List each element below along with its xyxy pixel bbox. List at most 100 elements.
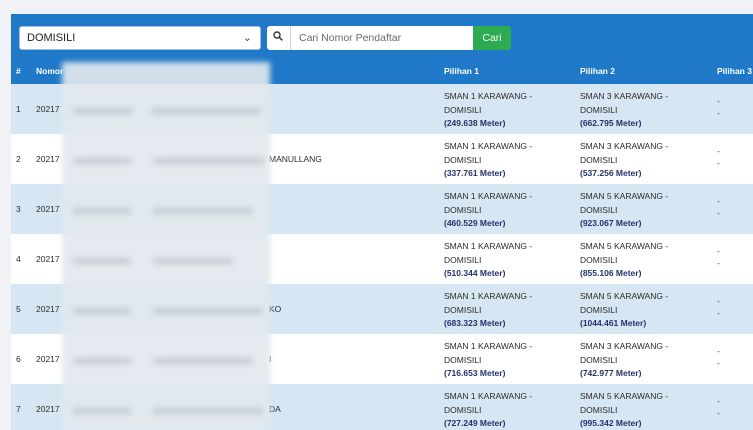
- redacted-streak: [153, 308, 263, 314]
- pilihan-2-distance: (742.977 Meter): [580, 368, 642, 378]
- row-pilihan-2: SMAN 3 KARAWANG - DOMISILI (537.256 Meter): [580, 140, 668, 181]
- redacted-streak: [153, 258, 233, 264]
- redacted-streak: [151, 108, 261, 114]
- row-pilihan-1: SMAN 1 KARAWANG - DOMISILI (716.653 Meter): [444, 340, 532, 381]
- pilihan-2-school: SMAN 5 KARAWANG -: [580, 391, 669, 401]
- pilihan-1-jalur: DOMISILI: [444, 104, 482, 115]
- row-nama: MANULLANG: [269, 154, 322, 164]
- row-pilihan-3: --: [717, 345, 720, 369]
- redacted-streak: [153, 158, 265, 164]
- pilihan-2-school: SMAN 3 KARAWANG -: [580, 91, 669, 101]
- pilihan-1-jalur: DOMISILI: [444, 204, 482, 215]
- pilihan-2-jalur: DOMISILI: [580, 154, 618, 165]
- registration-results-panel: DOMISILI ⌄ Cari # Nomor Pilihan 1 Piliha…: [11, 14, 753, 430]
- pilihan-2-jalur: DOMISILI: [580, 104, 618, 115]
- pilihan-3-line-2: -: [717, 308, 720, 318]
- pilihan-3-line-1: -: [717, 396, 720, 406]
- pilihan-2-jalur: DOMISILI: [580, 254, 618, 265]
- chevron-down-icon: ⌄: [242, 32, 252, 44]
- redacted-streak: [73, 258, 131, 264]
- pilihan-3-line-1: -: [717, 296, 720, 306]
- pilihan-1-distance: (683.323 Meter): [444, 318, 506, 328]
- pilihan-3-line-2: -: [717, 408, 720, 418]
- search-button[interactable]: Cari: [473, 26, 511, 50]
- redacted-streak: [73, 208, 131, 214]
- search-input[interactable]: [293, 26, 469, 50]
- row-pilihan-3: --: [717, 395, 720, 419]
- row-pilihan-3: --: [717, 95, 720, 119]
- redacted-streak: [153, 208, 253, 214]
- search-divider: [290, 26, 291, 50]
- pilihan-1-distance: (716.653 Meter): [444, 368, 506, 378]
- pilihan-3-line-1: -: [717, 346, 720, 356]
- pilihan-1-distance: (510.344 Meter): [444, 268, 506, 278]
- search-box: [267, 26, 473, 50]
- pilihan-2-distance: (662.795 Meter): [580, 118, 642, 128]
- pilihan-2-school: SMAN 3 KARAWANG -: [580, 141, 669, 151]
- pilihan-2-distance: (855.106 Meter): [580, 268, 642, 278]
- row-index: 4: [16, 254, 21, 264]
- row-pilihan-1: SMAN 1 KARAWANG - DOMISILI (337.761 Meter): [444, 140, 532, 181]
- row-index: 5: [16, 304, 21, 314]
- pilihan-1-school: SMAN 1 KARAWANG -: [444, 191, 533, 201]
- jalur-filter-select[interactable]: DOMISILI ⌄: [19, 26, 261, 50]
- pilihan-3-line-1: -: [717, 146, 720, 156]
- header-index: #: [16, 66, 21, 76]
- pilihan-3-line-2: -: [717, 258, 720, 268]
- row-pilihan-2: SMAN 5 KARAWANG - DOMISILI (1044.461 Meter…: [580, 290, 668, 331]
- row-nama: DA: [269, 404, 281, 414]
- redacted-names-blur: [62, 62, 270, 430]
- pilihan-1-distance: (249.638 Meter): [444, 118, 506, 128]
- row-pilihan-2: SMAN 5 KARAWANG - DOMISILI (855.106 Meter): [580, 240, 668, 281]
- row-index: 6: [16, 354, 21, 364]
- row-pilihan-1: SMAN 1 KARAWANG - DOMISILI (683.323 Meter): [444, 290, 532, 331]
- pilihan-3-line-2: -: [717, 358, 720, 368]
- header-pilihan-3: Pilihan 3: [717, 66, 752, 76]
- row-nomor-pendaftar: 20217: [36, 354, 60, 364]
- redacted-streak: [73, 158, 131, 164]
- redacted-streak: [73, 358, 131, 364]
- row-nomor-pendaftar: 20217: [36, 204, 60, 214]
- pilihan-1-school: SMAN 1 KARAWANG -: [444, 291, 533, 301]
- pilihan-1-jalur: DOMISILI: [444, 354, 482, 365]
- header-pilihan-2: Pilihan 2: [580, 66, 615, 76]
- redacted-streak: [153, 358, 253, 364]
- redacted-streak: [153, 408, 263, 414]
- redacted-streak: [73, 108, 133, 114]
- pilihan-2-school: SMAN 5 KARAWANG -: [580, 191, 669, 201]
- redacted-streak: [73, 308, 131, 314]
- jalur-filter-value: DOMISILI: [27, 32, 76, 44]
- header-pilihan-1: Pilihan 1: [444, 66, 479, 76]
- pilihan-1-distance: (460.529 Meter): [444, 218, 506, 228]
- row-pilihan-3: --: [717, 195, 720, 219]
- row-index: 7: [16, 404, 21, 414]
- row-pilihan-2: SMAN 3 KARAWANG - DOMISILI (742.977 Meter): [580, 340, 668, 381]
- row-index: 3: [16, 204, 21, 214]
- pilihan-2-school: SMAN 3 KARAWANG -: [580, 341, 669, 351]
- pilihan-2-distance: (1044.461 Meter): [580, 318, 647, 328]
- row-nomor-pendaftar: 20217: [36, 254, 60, 264]
- pilihan-3-line-1: -: [717, 246, 720, 256]
- row-pilihan-2: SMAN 5 KARAWANG - DOMISILI (923.067 Meter): [580, 190, 668, 231]
- row-pilihan-1: SMAN 1 KARAWANG - DOMISILI (460.529 Meter): [444, 190, 532, 231]
- pilihan-2-jalur: DOMISILI: [580, 404, 618, 415]
- pilihan-2-school: SMAN 5 KARAWANG -: [580, 291, 669, 301]
- row-pilihan-1: SMAN 1 KARAWANG - DOMISILI (249.638 Meter): [444, 90, 532, 131]
- row-nomor-pendaftar: 20217: [36, 104, 60, 114]
- row-index: 1: [16, 104, 21, 114]
- pilihan-1-school: SMAN 1 KARAWANG -: [444, 91, 533, 101]
- pilihan-3-line-2: -: [717, 208, 720, 218]
- filter-toolbar: DOMISILI ⌄ Cari: [11, 14, 753, 58]
- redacted-streak: [73, 408, 131, 414]
- pilihan-3-line-2: -: [717, 108, 720, 118]
- row-pilihan-3: --: [717, 245, 720, 269]
- pilihan-2-distance: (995.342 Meter): [580, 418, 642, 428]
- pilihan-1-school: SMAN 1 KARAWANG -: [444, 241, 533, 251]
- pilihan-1-jalur: DOMISILI: [444, 154, 482, 165]
- pilihan-2-distance: (537.256 Meter): [580, 168, 642, 178]
- pilihan-2-jalur: DOMISILI: [580, 204, 618, 215]
- row-nomor-pendaftar: 20217: [36, 154, 60, 164]
- pilihan-1-jalur: DOMISILI: [444, 404, 482, 415]
- row-pilihan-3: --: [717, 295, 720, 319]
- row-pilihan-1: SMAN 1 KARAWANG - DOMISILI (510.344 Meter): [444, 240, 532, 281]
